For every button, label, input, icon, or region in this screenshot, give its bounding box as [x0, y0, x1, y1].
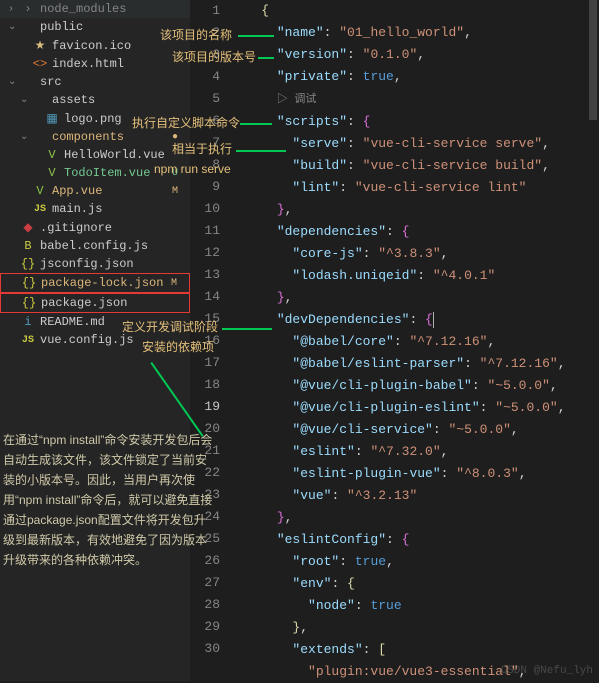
file-public[interactable]: ⌄public — [0, 18, 190, 36]
scrollbar[interactable] — [587, 0, 599, 681]
file-package.json[interactable]: {}package.json — [0, 293, 190, 313]
arrow-line — [240, 123, 272, 125]
file-App.vue[interactable]: VApp.vueM — [0, 182, 190, 200]
file-src[interactable]: ⌄src — [0, 73, 190, 91]
file-.gitignore[interactable]: ◆.gitignore — [0, 218, 190, 237]
file-node_modules[interactable]: ››node_modules — [0, 0, 190, 18]
code-content[interactable]: { "name": "01_hello_world", "version": "… — [230, 0, 599, 681]
file-index.html[interactable]: <>index.html — [0, 55, 190, 73]
file-favicon.ico[interactable]: ★favicon.ico — [0, 36, 190, 55]
file-HelloWorld.vue[interactable]: VHelloWorld.vue — [0, 146, 190, 164]
file-explorer: ››node_modules⌄public★favicon.ico<>index… — [0, 0, 190, 681]
file-babel.config.js[interactable]: Bbabel.config.js — [0, 237, 190, 255]
file-main.js[interactable]: JSmain.js — [0, 200, 190, 218]
annot-explain: 在通过“npm install”命令安装开发包后会自动生成该文件，该文件锁定了当… — [3, 430, 217, 570]
file-jsconfig.json[interactable]: {}jsconfig.json — [0, 255, 190, 273]
file-TodoItem.vue[interactable]: VTodoItem.vueU — [0, 164, 190, 182]
file-assets[interactable]: ⌄assets — [0, 91, 190, 109]
line-gutter: 1234567891011121314151617181920212223242… — [190, 0, 230, 681]
watermark: CSDN @Nefu_lyh — [501, 665, 593, 677]
arrow-line — [238, 35, 274, 37]
file-components[interactable]: ⌄components● — [0, 128, 190, 146]
arrow-line — [222, 328, 272, 330]
file-package-lock.json[interactable]: {}package-lock.jsonM — [0, 273, 190, 293]
arrow-line — [258, 57, 274, 59]
file-vue.config.js[interactable]: JSvue.config.js — [0, 331, 190, 349]
file-logo.png[interactable]: ▦logo.png — [0, 109, 190, 128]
code-editor[interactable]: 1234567891011121314151617181920212223242… — [190, 0, 599, 681]
scroll-thumb[interactable] — [589, 0, 597, 120]
arrow-line — [236, 150, 286, 152]
file-README.md[interactable]: iREADME.md — [0, 313, 190, 331]
